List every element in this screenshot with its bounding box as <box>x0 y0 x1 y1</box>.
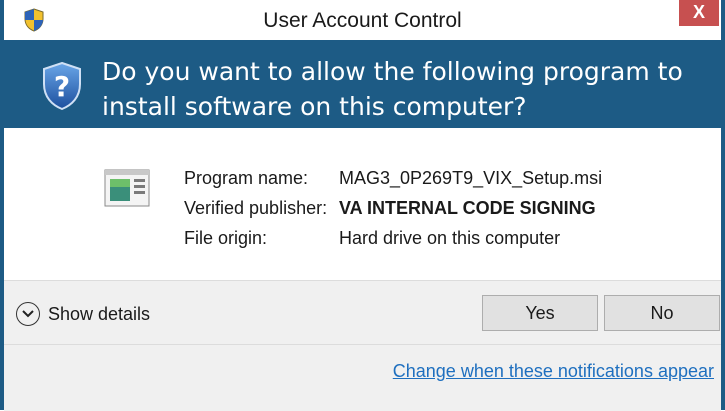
svg-text:?: ? <box>54 70 70 103</box>
program-name-label: Program name: <box>184 168 309 188</box>
header-band: ? Do you want to allow the following pro… <box>4 40 721 128</box>
window-title: User Account Control <box>263 9 462 32</box>
installer-package-icon <box>104 169 150 207</box>
program-name-value: MAG3_0P269T9_VIX_Setup.msi <box>339 168 603 188</box>
footer-divider <box>4 344 721 345</box>
title-bar: User Account Control X <box>4 0 721 40</box>
publisher-value: VA INTERNAL CODE SIGNING <box>339 198 596 218</box>
publisher-label: Verified publisher: <box>184 198 328 218</box>
chevron-down-icon[interactable] <box>16 302 40 326</box>
change-notifications-link[interactable]: Change when these notifications appear <box>393 361 714 382</box>
close-button[interactable]: X <box>679 0 719 26</box>
uac-question: Do you want to allow the following progr… <box>102 57 683 121</box>
show-details-toggle[interactable]: Show details <box>16 301 150 327</box>
show-details-label[interactable]: Show details <box>48 304 150 325</box>
yes-button[interactable]: Yes <box>482 295 598 331</box>
file-origin-label: File origin: <box>184 228 268 248</box>
uac-dialog: User Account Control X ? Do you want to … <box>0 0 725 411</box>
question-shield-icon: ? <box>43 62 81 110</box>
file-origin-value: Hard drive on this computer <box>339 228 561 248</box>
no-button[interactable]: No <box>604 295 720 331</box>
footer-area: Show details Yes No Change when these no… <box>4 280 721 411</box>
